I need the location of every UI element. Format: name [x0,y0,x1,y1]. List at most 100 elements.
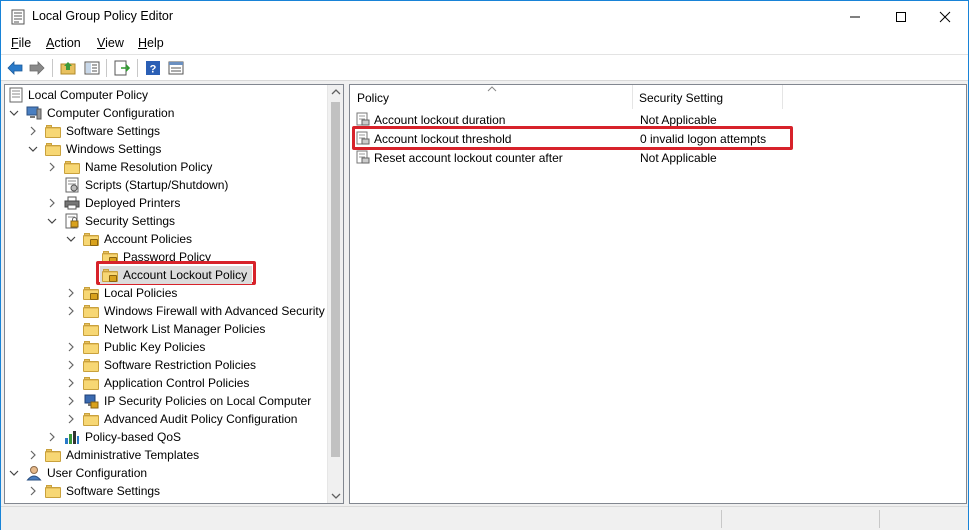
menu-file-mnemonic: F [11,36,19,50]
tree-item-label: Deployed Printers [85,196,181,210]
chevron-right-icon[interactable] [66,377,76,389]
back-button[interactable] [6,59,24,77]
tree-item-policy-based-qos[interactable]: Policy-based QoS [5,428,335,446]
tree-item-label: Name Resolution Policy [85,160,213,174]
chevron-right-icon[interactable] [66,359,76,371]
close-button[interactable] [922,1,968,32]
tree-item-label: Software Settings [66,124,161,138]
tree-item-account-lockout-policy[interactable]: Account Lockout Policy [100,266,252,284]
tree-item-user-configuration[interactable]: User Configuration [5,464,335,482]
chevron-right-icon[interactable] [47,431,57,443]
help-button[interactable]: ? [144,59,162,77]
back-arrow-icon [7,61,23,75]
folder-icon [83,413,99,426]
column-separator[interactable] [632,85,633,109]
chevron-right-icon[interactable] [28,125,38,137]
chevron-right-icon[interactable] [47,197,57,209]
column-header-policy[interactable]: Policy [357,85,389,109]
menu-help[interactable]: Help [138,36,164,50]
maximize-icon [896,11,906,22]
tree-item-application-control[interactable]: Application Control Policies [5,374,335,392]
tree-item-administrative-templates[interactable]: Administrative Templates [5,446,335,464]
tree-item-label: Account Policies [104,232,193,246]
details-pane[interactable]: Policy Security Setting Account lockout … [349,84,967,504]
menu-action[interactable]: Action [46,36,81,50]
tree-item-scripts[interactable]: Scripts (Startup/Shutdown) [5,176,335,194]
chevron-down-icon[interactable] [9,107,19,119]
menu-view-label: iew [105,36,124,50]
chevron-right-icon[interactable] [28,485,38,497]
tree-item-ip-security[interactable]: IP Security Policies on Local Computer [5,392,335,410]
policy-row[interactable]: Account lockout threshold 0 invalid logo… [350,129,960,148]
folder-icon [45,485,61,498]
tree-item-user-software-settings[interactable]: Software Settings [5,482,335,500]
menu-bar: File Action View Help [1,32,968,54]
tree-item-network-list-manager[interactable]: Network List Manager Policies [5,320,335,338]
minimize-button[interactable] [832,1,878,32]
chevron-right-icon[interactable] [47,161,57,173]
chevron-down-icon[interactable] [47,215,57,227]
tree-item-computer-configuration[interactable]: Computer Configuration [5,104,335,122]
sort-ascending-icon [487,86,497,92]
tree-item-label: Software Restriction Policies [104,358,257,372]
policy-setting-icon [356,150,370,164]
tree-item-windows-settings[interactable]: Windows Settings [5,140,335,158]
export-list-button[interactable] [113,59,131,77]
tree-item-label: Public Key Policies [104,340,206,354]
chevron-down-icon[interactable] [9,467,19,479]
tree-item-windows-firewall[interactable]: Windows Firewall with Advanced Security [5,302,335,320]
properties-button[interactable] [167,59,185,77]
forward-button[interactable] [28,59,46,77]
title-bar[interactable]: Local Group Policy Editor [1,1,968,32]
tree-item-label: Windows Settings [66,142,162,156]
ip-security-icon [84,394,99,409]
scripts-icon [65,177,79,193]
tree-item-deployed-printers[interactable]: Deployed Printers [5,194,335,212]
chevron-right-icon[interactable] [66,287,76,299]
policy-row[interactable]: Reset account lockout counter after Not … [350,148,960,167]
chevron-right-icon[interactable] [66,395,76,407]
menu-help-mnemonic: H [138,36,148,50]
chevron-right-icon[interactable] [66,413,76,425]
tree-item-security-settings[interactable]: Security Settings [5,212,335,230]
tree-item-name-resolution-policy[interactable]: Name Resolution Policy [5,158,335,176]
show-hide-tree-button[interactable] [83,59,101,77]
console-tree-pane[interactable]: Local Computer Policy Computer Configura… [4,84,344,504]
computer-icon [26,106,42,120]
chevron-down-icon[interactable] [66,233,76,245]
window-title: Local Group Policy Editor [32,9,174,23]
scrollbar-thumb[interactable] [331,102,340,457]
tree-item-local-policies[interactable]: Local Policies [5,284,335,302]
tree-item-account-policies[interactable]: Account Policies [5,230,335,248]
column-separator[interactable] [782,85,783,109]
tree-item-label: Administrative Templates [66,448,200,462]
chevron-down-icon[interactable] [28,143,38,155]
show-hide-tree-icon [84,61,100,75]
tree-item-label: Security Settings [85,214,176,228]
tree-vertical-scrollbar[interactable] [327,85,343,503]
chevron-right-icon[interactable] [66,341,76,353]
up-one-level-button[interactable] [59,59,77,77]
tree-item-public-key-policies[interactable]: Public Key Policies [5,338,335,356]
properties-icon [168,61,184,75]
tree-item-label: Windows Firewall with Advanced Security [104,304,325,318]
folder-icon [83,377,99,390]
scroll-up-arrow-icon[interactable] [331,87,341,97]
toolbar-separator [106,59,107,77]
tree-item-software-restriction[interactable]: Software Restriction Policies [5,356,335,374]
chevron-right-icon[interactable] [66,305,76,317]
tree-item-local-computer-policy[interactable]: Local Computer Policy [5,86,335,104]
menu-view[interactable]: View [97,36,124,50]
maximize-button[interactable] [878,1,924,32]
menu-file[interactable]: File [11,36,31,50]
tree-item-label: Computer Configuration [47,106,175,120]
export-list-icon [114,60,130,76]
chevron-right-icon[interactable] [28,449,38,461]
status-bar [1,506,968,530]
column-header-security-setting[interactable]: Security Setting [639,85,723,109]
tree-item-advanced-audit[interactable]: Advanced Audit Policy Configuration [5,410,335,428]
scroll-down-arrow-icon[interactable] [331,491,341,501]
tree-item-software-settings[interactable]: Software Settings [5,122,335,140]
policy-setting-value: 0 invalid logon attempts [640,132,767,146]
minimize-icon [850,16,860,17]
